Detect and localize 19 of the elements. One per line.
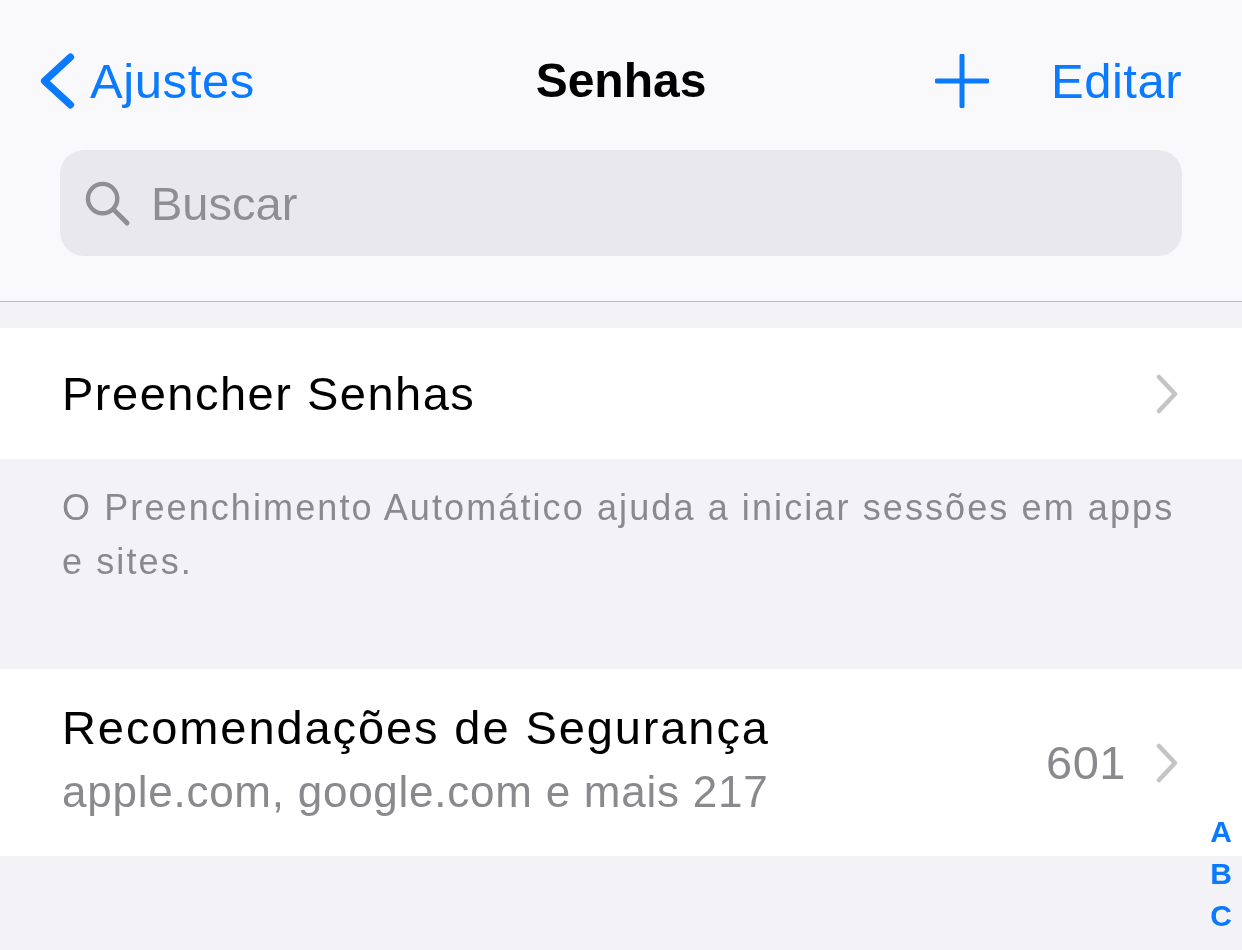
search-icon xyxy=(84,180,131,227)
search-field[interactable]: Buscar xyxy=(60,150,1182,256)
chevron-icon xyxy=(1156,742,1178,783)
back-chevron-icon xyxy=(38,53,76,109)
row-subtitle: apple.com, google.com e mais 217 xyxy=(62,765,769,818)
nav-title: Senhas xyxy=(535,53,707,109)
back-button[interactable]: Ajustes xyxy=(38,51,255,111)
chevron-icon xyxy=(1156,373,1178,414)
row-value: 601 xyxy=(1046,735,1126,790)
section-footer: O Preenchimento Automático ajuda a iniciar sessões em apps e sites. xyxy=(0,459,1242,669)
index-letter[interactable]: A xyxy=(1210,811,1232,853)
row-title: Recomendações de Segurança xyxy=(62,699,770,756)
index-letter[interactable]: B xyxy=(1210,853,1232,895)
add-button[interactable] xyxy=(935,54,989,108)
index-letter[interactable]: C xyxy=(1210,895,1232,937)
row-title: Preencher Senhas xyxy=(62,365,476,422)
edit-button[interactable]: Editar xyxy=(1051,51,1182,111)
plus-icon xyxy=(935,54,989,108)
list-row[interactable]: Recomendações de Segurança apple.com, google.com e mais 217 601 xyxy=(0,669,1202,856)
